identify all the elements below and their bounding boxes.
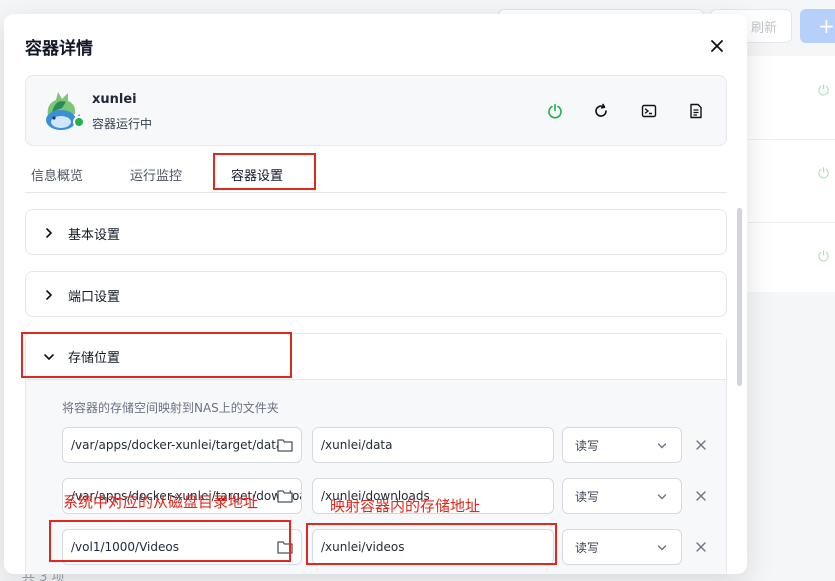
app-status-text: 容器运行中: [92, 117, 153, 131]
remove-row-button[interactable]: [694, 438, 708, 452]
app-summary-card: xunlei 容器运行中: [25, 75, 727, 146]
host-path-field[interactable]: /vol1/1000/Videos: [62, 529, 302, 565]
folder-icon[interactable]: [277, 438, 293, 452]
log-button[interactable]: [686, 101, 706, 121]
access-mode-select[interactable]: 读写: [562, 529, 682, 565]
storage-section-body: 将容器的存储空间映射到NAS上的文件夹 /var/apps/docker-xun…: [26, 380, 726, 574]
restart-icon: [595, 103, 607, 117]
remove-row-button[interactable]: [694, 540, 708, 554]
access-mode-value: 读写: [575, 540, 600, 555]
detail-tabs: 信息概览 运行监控 容器设置: [25, 160, 727, 193]
section-basic-label: 基本设置: [68, 227, 121, 243]
close-icon: [696, 491, 706, 501]
scrollbar-thumb[interactable]: [737, 208, 742, 386]
terminal-button[interactable]: [639, 101, 659, 121]
background-row-divider: [740, 222, 835, 223]
access-mode-value: 读写: [575, 438, 600, 453]
app-name: xunlei: [92, 92, 137, 107]
tab-settings[interactable]: 容器设置: [231, 165, 283, 184]
access-mode-select[interactable]: 读写: [562, 427, 682, 463]
chevron-down-icon: [42, 350, 56, 364]
chevron-right-icon: [42, 226, 56, 240]
power-button[interactable]: [545, 101, 565, 121]
container-path-value: /xunlei/downloads: [321, 489, 430, 503]
container-path-field[interactable]: /xunlei/data: [312, 427, 554, 463]
host-path-value: /var/apps/docker-xunlei/target/data: [71, 438, 284, 452]
container-path-field[interactable]: /xunlei/videos: [312, 529, 554, 565]
close-icon: [711, 40, 723, 52]
host-path-field[interactable]: /var/apps/docker-xunlei/target/downloads: [62, 478, 302, 514]
close-button[interactable]: [707, 36, 727, 56]
power-icon: [548, 103, 562, 119]
background-power-icon: ⏻: [818, 166, 830, 182]
section-storage: 存储位置 将容器的存储空间映射到NAS上的文件夹 /var/apps/docke…: [25, 333, 727, 574]
tab-monitor[interactable]: 运行监控: [130, 165, 182, 184]
folder-icon[interactable]: [277, 540, 293, 554]
chevron-down-icon: [657, 443, 667, 449]
tab-overview[interactable]: 信息概览: [31, 165, 83, 184]
section-storage-header[interactable]: 存储位置: [26, 334, 726, 380]
restart-button[interactable]: [591, 101, 611, 121]
folder-icon[interactable]: [277, 489, 293, 503]
status-indicator-dot: [73, 116, 85, 128]
chevron-down-icon: [657, 545, 667, 551]
storage-description: 将容器的存储空间映射到NAS上的文件夹: [62, 401, 279, 415]
terminal-icon: [641, 104, 657, 118]
remove-row-button[interactable]: [694, 489, 708, 503]
close-icon: [696, 440, 706, 450]
log-icon: [690, 103, 702, 119]
settings-scroll-area: 基本设置 端口设置 存储位置 将容器的存储空间映射到NAS上的文件夹 /var/…: [4, 194, 747, 574]
chevron-down-icon: [657, 494, 667, 500]
background-add-button: +: [800, 9, 835, 43]
host-path-value: /var/apps/docker-xunlei/target/downloads: [71, 489, 301, 503]
access-mode-select[interactable]: 读写: [562, 478, 682, 514]
background-power-icon: ⏻: [818, 249, 830, 265]
section-basic-header[interactable]: 基本设置: [26, 210, 726, 256]
close-icon: [696, 542, 706, 552]
section-storage-label: 存储位置: [68, 351, 121, 366]
container-path-value: /xunlei/data: [321, 438, 393, 452]
background-power-icon: ⏻: [818, 83, 830, 99]
section-port-settings: 端口设置: [25, 271, 727, 317]
section-basic-settings: 基本设置: [25, 209, 727, 255]
section-ports-header[interactable]: 端口设置: [26, 272, 726, 318]
modal-title: 容器详情: [25, 39, 93, 59]
background-row-divider: [740, 139, 835, 140]
container-path-field[interactable]: /xunlei/downloads: [312, 478, 554, 514]
chevron-right-icon: [42, 288, 56, 302]
container-path-value: /xunlei/videos: [321, 540, 405, 554]
host-path-field[interactable]: /var/apps/docker-xunlei/target/data: [62, 427, 302, 463]
section-ports-label: 端口设置: [68, 289, 121, 305]
host-path-value: /vol1/1000/Videos: [71, 540, 179, 554]
access-mode-value: 读写: [575, 489, 600, 504]
container-detail-modal: 容器详情 xunlei 容器运行中 信息概览 运行监控 容器设置 基本设置 端口…: [4, 14, 747, 574]
